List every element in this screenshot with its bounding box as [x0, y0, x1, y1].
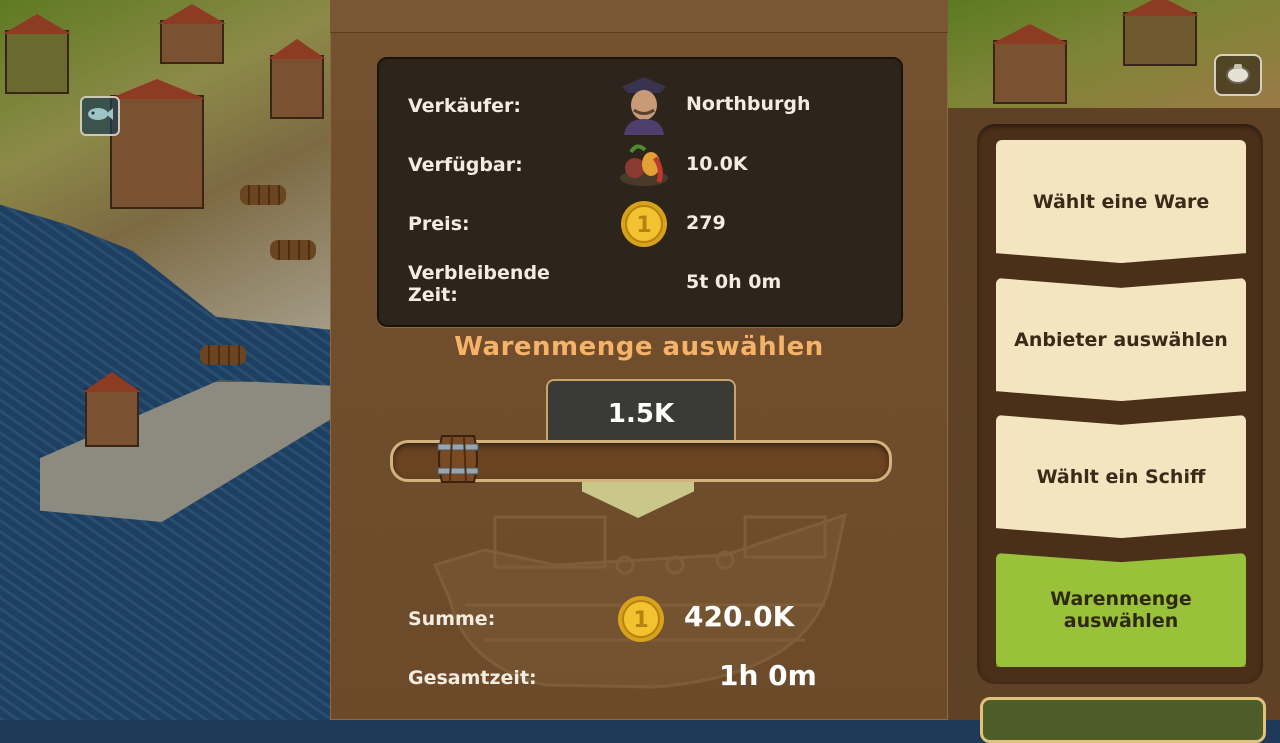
seller-value: Northburgh: [686, 93, 811, 115]
corner-menu-button[interactable]: [1214, 54, 1262, 96]
world-view-left[interactable]: [0, 0, 332, 720]
remaining-time-label: Verbleibende Zeit:: [408, 262, 550, 306]
remaining-time-value: 5t 0h 0m: [686, 271, 782, 293]
step-choose-good[interactable]: Wählt eine Ware: [996, 140, 1246, 263]
town-house: [160, 20, 224, 64]
sum-label: Summe:: [408, 608, 496, 630]
offer-info-box: Verkäufer: Northburgh Verfügbar: 10.0K P…: [377, 57, 903, 327]
trade-panel: Verkäufer: Northburgh Verfügbar: 10.0K P…: [330, 0, 948, 720]
quantity-title: Warenmenge auswählen: [454, 332, 824, 362]
harbor-shed: [85, 388, 139, 447]
step-choose-ship[interactable]: Wählt ein Schiff: [996, 415, 1246, 538]
total-time-value: 1h 0m: [719, 659, 817, 692]
harbor-pier: [40, 380, 330, 522]
panel-header-strip: [330, 0, 948, 33]
seller-label: Verkäufer:: [408, 95, 522, 117]
svg-text:1: 1: [636, 213, 651, 238]
barrel-stack: [270, 240, 316, 260]
barrel-stack: [240, 185, 286, 205]
town-house: [993, 40, 1067, 104]
merchant-portrait-icon: [614, 75, 674, 135]
cargo-sack-icon: [1224, 61, 1252, 89]
price-value: 279: [686, 212, 726, 234]
sum-value: 420.0K: [684, 600, 795, 633]
available-value: 10.0K: [686, 153, 748, 175]
step-choose-quantity[interactable]: Warenmenge auswählen: [996, 553, 1246, 667]
coin-icon: 1: [616, 594, 666, 648]
quantity-display: 1.5K: [546, 379, 736, 447]
town-house: [270, 55, 324, 119]
town-house: [1123, 12, 1197, 66]
barrel-icon[interactable]: [434, 432, 482, 486]
price-label: Preis:: [408, 213, 470, 235]
fish-icon: [87, 105, 113, 127]
coin-icon: 1: [614, 194, 674, 254]
available-label: Verfügbar:: [408, 154, 523, 176]
confirm-button[interactable]: [980, 697, 1266, 743]
goods-produce-icon: [614, 134, 674, 194]
barrel-stack: [200, 345, 246, 365]
svg-text:1: 1: [633, 608, 648, 633]
farm-hut: [5, 30, 69, 94]
fish-marker[interactable]: [80, 96, 120, 136]
warehouse-building[interactable]: [110, 95, 204, 209]
total-time-label: Gesamtzeit:: [408, 667, 537, 689]
step-choose-supplier[interactable]: Anbieter auswählen: [996, 278, 1246, 401]
